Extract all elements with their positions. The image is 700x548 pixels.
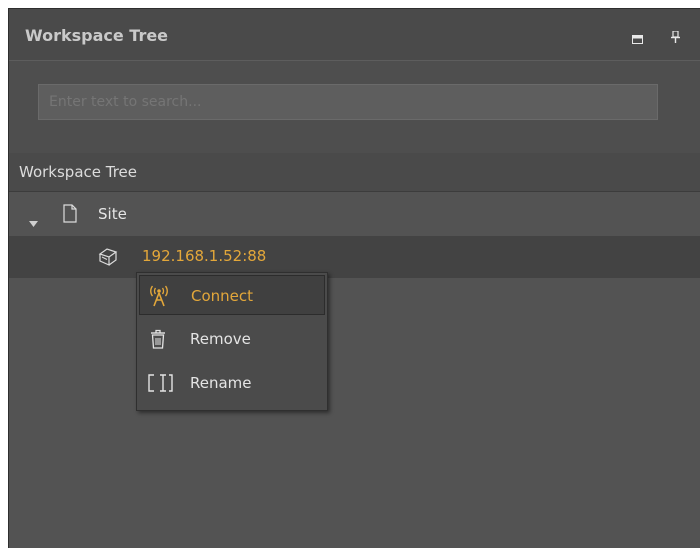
tree-node-server[interactable]: 192.168.1.52:88 [9,236,700,278]
menu-item-remove[interactable]: Remove [139,319,325,359]
tree-node-site[interactable]: Site [9,202,700,230]
antenna-icon [148,285,170,311]
rename-label: Rename [190,374,252,392]
site-label: Site [98,205,127,223]
panel-titlebar: Workspace Tree [9,9,700,60]
search-area [9,60,700,154]
workspace-tree-panel: Workspace Tree Workspace Tree [8,8,700,548]
server-icon [98,247,118,271]
server-address: 192.168.1.52:88 [142,247,267,265]
panel-title: Workspace Tree [25,26,169,45]
search-input[interactable] [38,84,658,120]
menu-item-connect[interactable]: Connect [139,275,325,315]
chevron-down-icon[interactable] [29,212,38,231]
menu-item-rename[interactable]: Rename [139,363,325,403]
context-menu: Connect Remove Rename [136,272,328,411]
trash-icon [147,328,169,354]
section-title: Workspace Tree [19,163,138,181]
connect-label: Connect [191,287,254,305]
document-icon [63,204,77,227]
restore-icon[interactable] [632,29,643,48]
rename-icon [147,372,173,398]
pin-icon[interactable] [671,28,680,47]
tree-view: Site 192.168.1.52:88 [9,192,700,548]
remove-label: Remove [190,330,251,348]
section-header: Workspace Tree [9,153,700,192]
